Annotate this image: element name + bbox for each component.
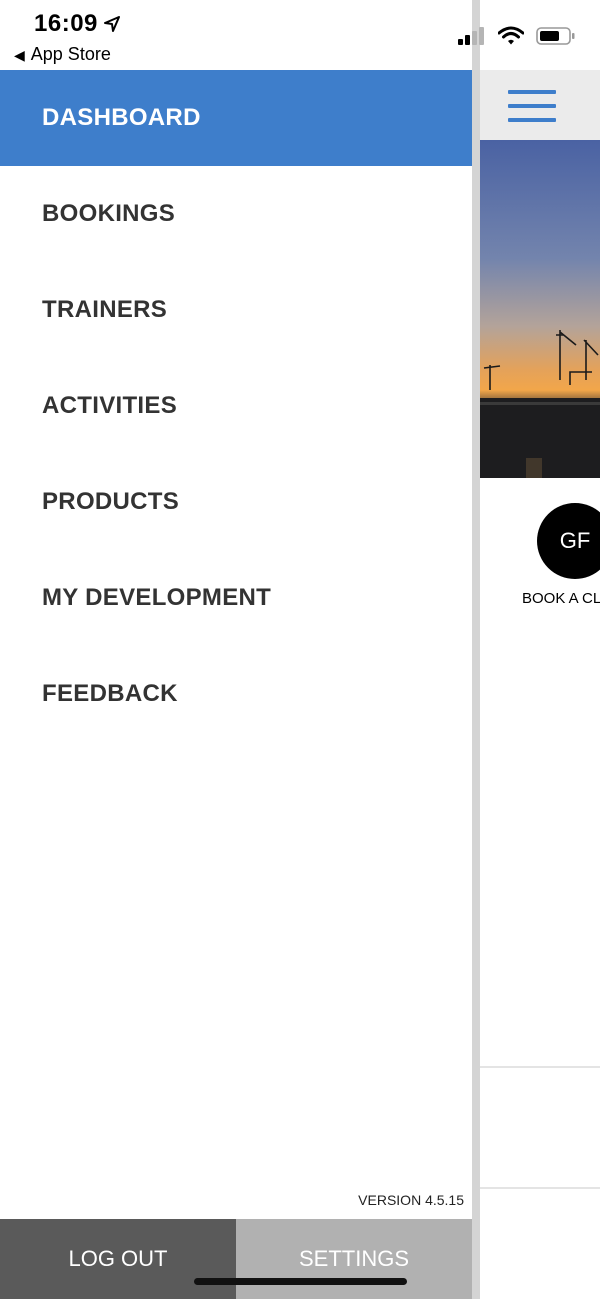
home-indicator[interactable] <box>194 1278 407 1285</box>
nav-item-dashboard[interactable]: DASHBOARD <box>0 70 472 166</box>
sunset-skyline-image <box>480 140 600 478</box>
cellular-signal-icon <box>458 27 484 45</box>
book-a-class-label[interactable]: BOOK A CL <box>522 590 600 607</box>
version-label: VERSION 4.5.15 <box>358 1192 464 1208</box>
clock: 16:09 <box>34 10 98 37</box>
status-icons <box>458 26 576 46</box>
hamburger-menu-icon[interactable] <box>508 90 556 122</box>
logout-button[interactable]: LOG OUT <box>0 1219 236 1299</box>
drawer-edge <box>472 0 480 1299</box>
navigation-drawer: DASHBOARD BOOKINGS TRAINERS ACTIVITIES P… <box>0 0 472 1299</box>
dashboard-header <box>480 70 600 140</box>
avatar[interactable]: GF <box>537 503 600 579</box>
back-triangle-icon: ◀ <box>14 47 25 63</box>
divider <box>480 1066 600 1068</box>
battery-icon <box>536 27 575 45</box>
nav-item-trainers[interactable]: TRAINERS <box>0 262 472 358</box>
nav-item-activities[interactable]: ACTIVITIES <box>0 358 472 454</box>
status-bar: 16:09 ◀ App Store <box>0 0 600 70</box>
nav-item-my-development[interactable]: MY DEVELOPMENT <box>0 550 472 646</box>
location-arrow-icon <box>104 16 120 32</box>
hero-image <box>480 140 600 478</box>
nav-item-bookings[interactable]: BOOKINGS <box>0 166 472 262</box>
nav-item-feedback[interactable]: FEEDBACK <box>0 646 472 742</box>
avatar-initials: GF <box>559 528 591 553</box>
wifi-icon <box>498 26 524 45</box>
dashboard-background: GF BOOK A CL <box>480 0 600 1299</box>
nav-menu: DASHBOARD BOOKINGS TRAINERS ACTIVITIES P… <box>0 70 472 742</box>
nav-item-products[interactable]: PRODUCTS <box>0 454 472 550</box>
divider <box>480 1187 600 1189</box>
back-label: App Store <box>30 44 111 64</box>
drawer-footer: LOG OUT SETTINGS <box>0 1219 472 1299</box>
settings-button[interactable]: SETTINGS <box>236 1219 472 1299</box>
back-to-app-store[interactable]: ◀ App Store <box>14 44 111 65</box>
